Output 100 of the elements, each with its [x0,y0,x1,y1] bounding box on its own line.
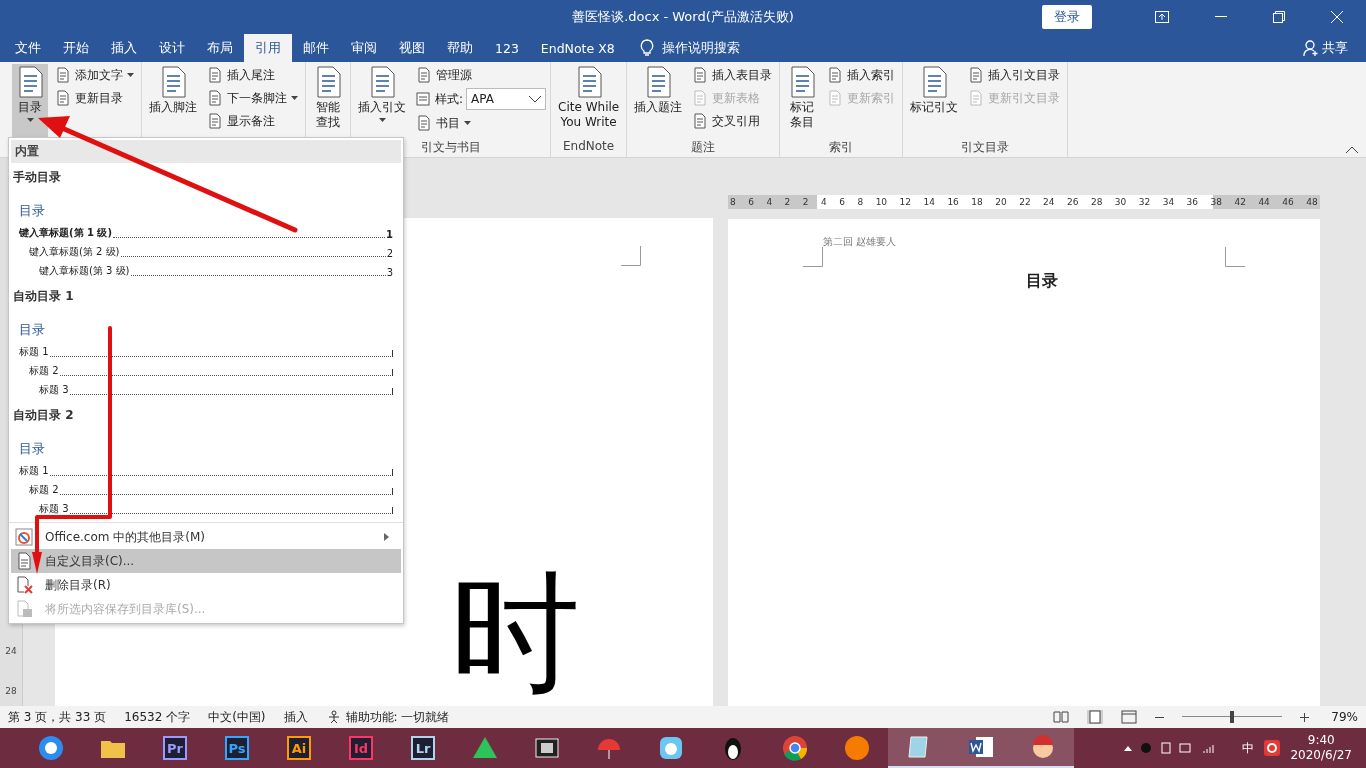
taskbar-app[interactable]: Pr [144,728,206,768]
close-icon[interactable] [1331,11,1343,23]
ribbon-tab[interactable]: 设计 [148,34,196,62]
person-add-icon [1303,40,1319,56]
group-label: 引文与书目 [419,139,482,156]
ribbon-tab[interactable]: 帮助 [436,34,484,62]
document-icon [827,90,844,106]
toc-preview-heading: 目录 [18,321,45,339]
toc-gallery-item[interactable]: 自动目录 1 目录 标题 1 标题 2 标题 3 [9,284,403,403]
ribbon-large-button[interactable]: 标记引文 [907,64,962,139]
ribbon-small-button[interactable]: 管理源 [413,64,547,86]
menu-item[interactable]: 删除目录(R) [11,573,401,597]
ribbon-small-button[interactable]: 插入表目录 [689,64,776,86]
ruler-number: 34 [1162,196,1175,209]
group-label: 引文目录 [960,139,1011,156]
ribbon-large-button[interactable]: 智能 查找 [310,64,346,139]
web-layout-icon[interactable] [1121,710,1138,724]
ruler-number: 26 [1067,196,1079,209]
toc-page-number: 1 [386,229,393,240]
ribbon-large-button[interactable]: 插入引文 [355,64,409,139]
ribbon-small-button[interactable]: 插入索引 [824,64,899,86]
ruler-number: 36 [1186,196,1199,209]
read-mode-icon[interactable] [1053,710,1070,724]
ruler-number: 12 [899,196,911,209]
restore-icon[interactable] [1273,11,1285,23]
taskbar-app[interactable]: Ps [206,728,268,768]
print-layout-icon[interactable] [1087,710,1104,724]
login-button[interactable]: 登录 [1042,5,1092,29]
document-icon [692,90,709,106]
ribbon-tab[interactable]: 插入 [100,34,148,62]
ruler-number: 4 [766,196,773,209]
document-icon [827,67,844,83]
taskbar-app[interactable]: Ai [268,728,330,768]
ribbon-tab[interactable]: 视图 [388,34,436,62]
ribbon-large-button[interactable]: 插入脚注 [146,64,200,139]
input-method-indicator[interactable]: 中 [1242,739,1255,757]
toc-preview-heading: 目录 [18,440,45,458]
menu-item[interactable]: 自定义目录(C)... [11,549,401,573]
document-icon [968,90,985,106]
ribbon-display-icon[interactable] [1155,11,1169,23]
toc-gallery-item[interactable]: 自动目录 2 目录 标题 1 标题 2 标题 3 [9,403,403,522]
ribbon-tab[interactable]: 123 [484,34,530,62]
ribbon-small-button[interactable]: 插入引文目录 [965,64,1064,86]
ruler-number: 16 [947,196,959,209]
minimize-icon[interactable] [1215,16,1227,18]
ribbon-tab[interactable]: 布局 [196,34,244,62]
menu-item[interactable]: Office.com 中的其他目录(M) [11,525,401,549]
ribbon-small-button[interactable]: 下一条脚注 [204,87,301,109]
ribbon-large-button[interactable]: 标记 条目 [784,64,821,139]
document-icon [55,90,71,106]
toc-gallery-item[interactable]: 手动目录 目录 键入章标题(第 1 级) 1 键入章标题(第 2 级) 2 键入章标题(第 3 级) 3 [9,165,403,284]
ribbon-tab[interactable]: 开始 [52,34,100,62]
chevron-down-icon [529,95,542,103]
ribbon-small-button[interactable]: 添加文字 [52,64,137,86]
share-button[interactable]: 共享 [1319,34,1366,62]
status-item: 插入 [283,708,308,726]
ribbon-tab[interactable]: EndNote X8 [529,34,626,62]
toc-preview-entry: 标题 1 [19,345,49,359]
document-icon [416,67,432,83]
menu-section-header: 内置 [11,140,401,163]
taskbar-app[interactable]: Id [330,728,392,768]
ribbon-large-button[interactable]: 目录 [12,64,48,139]
ruler-number: 18 [971,196,983,209]
sogou-icon[interactable] [1264,740,1281,756]
document-icon [207,113,223,129]
ribbon-small-button[interactable]: 显示备注 [204,110,301,132]
tell-me-search[interactable]: 操作说明搜索 [661,39,740,57]
ribbon-small-button[interactable]: 插入尾注 [204,64,301,86]
ruler-number: 2 [802,196,809,209]
toc-preview-entry: 标题 3 [39,383,69,397]
toc-preview-entry: 键入章标题(第 2 级) [29,245,120,259]
style-dropdown[interactable]: APA [466,88,547,110]
collapse-ribbon-icon[interactable] [1346,146,1358,153]
ribbon-large-button[interactable]: Cite While You Write [555,64,623,139]
ribbon-large-button[interactable]: 插入题注 [631,64,686,139]
corner-mark [621,246,641,266]
delete-document-icon [15,576,33,594]
corner-mark [1225,247,1245,267]
page-header: 第二回 赵雄要人 [823,235,897,249]
ribbon-small-button[interactable]: 书目 [413,112,547,134]
ribbon-small-button[interactable]: 更新目录 [52,87,137,109]
ruler-number: 22 [1019,196,1031,209]
ribbon-tab[interactable]: 邮件 [292,34,340,62]
gallery-title: 自动目录 2 [13,407,74,424]
style-icon [416,91,432,107]
document-icon [15,552,33,570]
clock[interactable]: 9:40 2020/6/27 [1290,733,1352,763]
status-item: 第 3 页，共 33 页 [8,708,107,726]
zoom-in-icon[interactable] [1300,712,1310,722]
ribbon-tab[interactable]: 文件 [4,34,52,62]
ribbon-small-button[interactable]: 交叉引用 [689,110,776,132]
accessibility-status: 辅助功能: 一切就绪 [345,708,450,726]
toc-preview-entry: 键入章标题(第 3 级) [39,264,130,278]
zoom-level[interactable]: 79% [1331,710,1358,724]
ribbon-tab[interactable]: 引用 [244,34,292,62]
taskbar-app[interactable]: Lr [392,728,454,768]
ruler-number: 30 [1114,196,1127,209]
zoom-thumb[interactable] [1230,711,1235,723]
ribbon-tab[interactable]: 审阅 [340,34,388,62]
ruler-number: 28 [5,686,17,696]
